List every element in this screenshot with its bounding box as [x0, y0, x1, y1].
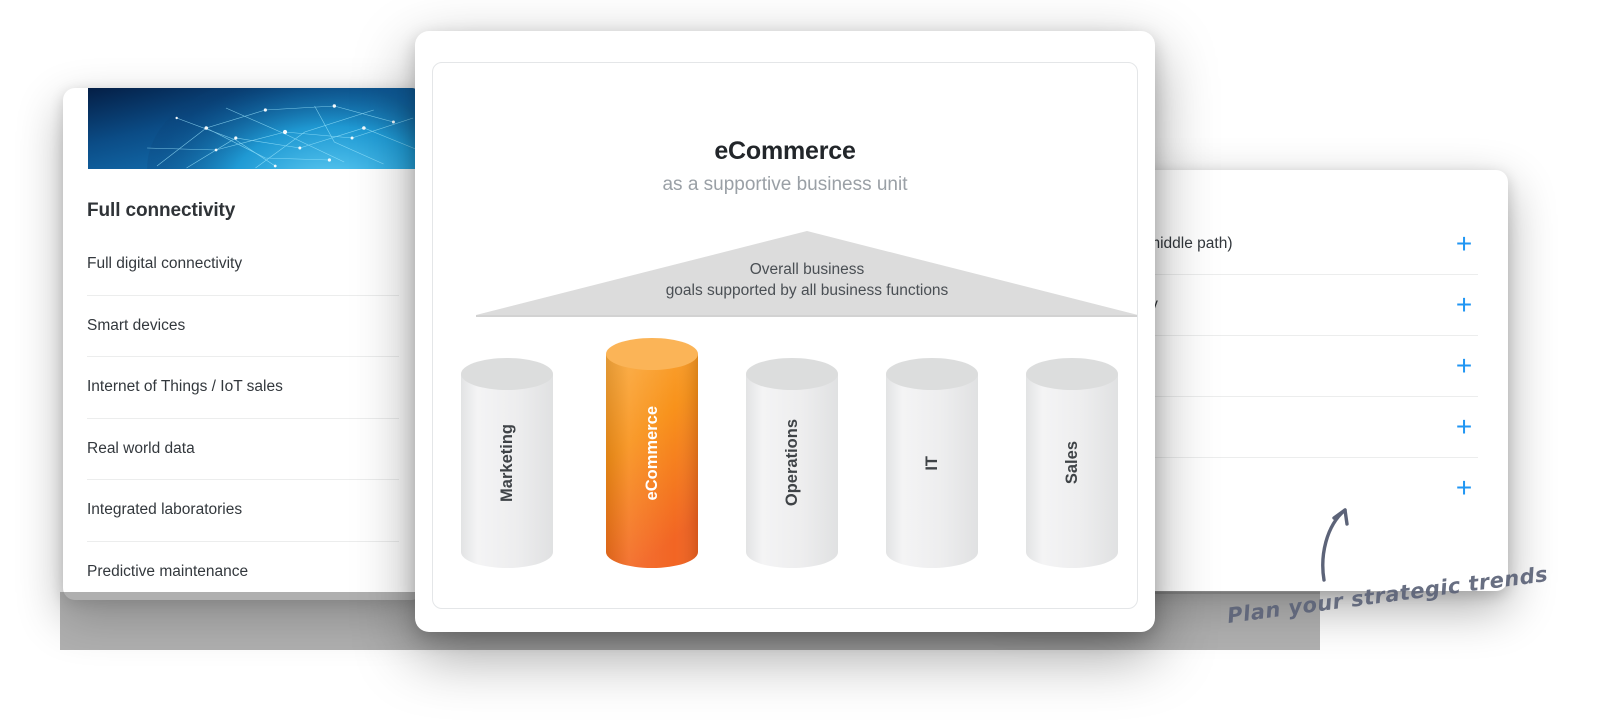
left-panel-title: Full connectivity: [87, 200, 236, 221]
list-item[interactable]: Predictive maintenance: [87, 542, 399, 601]
pillar-operations[interactable]: Operations: [746, 358, 838, 568]
list-item-label: Full digital connectivity: [87, 255, 243, 273]
left-panel-body: Full connectivity Full digital connectiv…: [63, 169, 423, 600]
plus-icon[interactable]: +: [1450, 291, 1478, 319]
plus-icon[interactable]: +: [1450, 413, 1478, 441]
list-item-label: Integrated laboratories: [87, 501, 243, 519]
pillars-group: Marketing eCommerce Operations IT Sales: [461, 338, 1121, 568]
list-item[interactable]: Real world data: [87, 419, 399, 480]
list-item-label: Internet of Things / IoT sales: [87, 378, 283, 396]
pillar-sales[interactable]: Sales: [1026, 358, 1118, 568]
plus-icon[interactable]: +: [1450, 230, 1478, 258]
pillar-it[interactable]: IT: [886, 358, 978, 568]
plus-icon[interactable]: +: [1450, 352, 1478, 380]
plus-icon[interactable]: +: [1450, 474, 1478, 502]
pillar-ecommerce[interactable]: eCommerce: [606, 338, 698, 568]
center-diagram-card: eCommerce as a supportive business unit …: [415, 31, 1155, 632]
curved-arrow-icon: [1312, 500, 1372, 582]
screenshot-stage: Full connectivity Full digital connectiv…: [0, 0, 1600, 726]
page-subtitle: as a supportive business unit: [662, 174, 908, 195]
globe-network-image: [88, 88, 423, 169]
list-item[interactable]: Smart devices: [87, 296, 399, 357]
list-item[interactable]: Integrated laboratories: [87, 480, 399, 542]
list-item-label: Real world data: [87, 439, 195, 457]
list-item[interactable]: Full digital connectivity: [87, 234, 399, 296]
page-title: eCommerce: [714, 137, 856, 165]
roof-triangle: Overall business goals supported by all …: [476, 231, 1137, 317]
center-diagram-inner: eCommerce as a supportive business unit …: [432, 62, 1138, 609]
list-item[interactable]: Internet of Things / IoT sales: [87, 357, 399, 419]
pillar-marketing[interactable]: Marketing: [461, 358, 553, 568]
list-item-label: Predictive maintenance: [87, 562, 249, 580]
list-item-label: Smart devices: [87, 316, 186, 334]
left-panel-card: Full connectivity Full digital connectiv…: [63, 88, 423, 600]
